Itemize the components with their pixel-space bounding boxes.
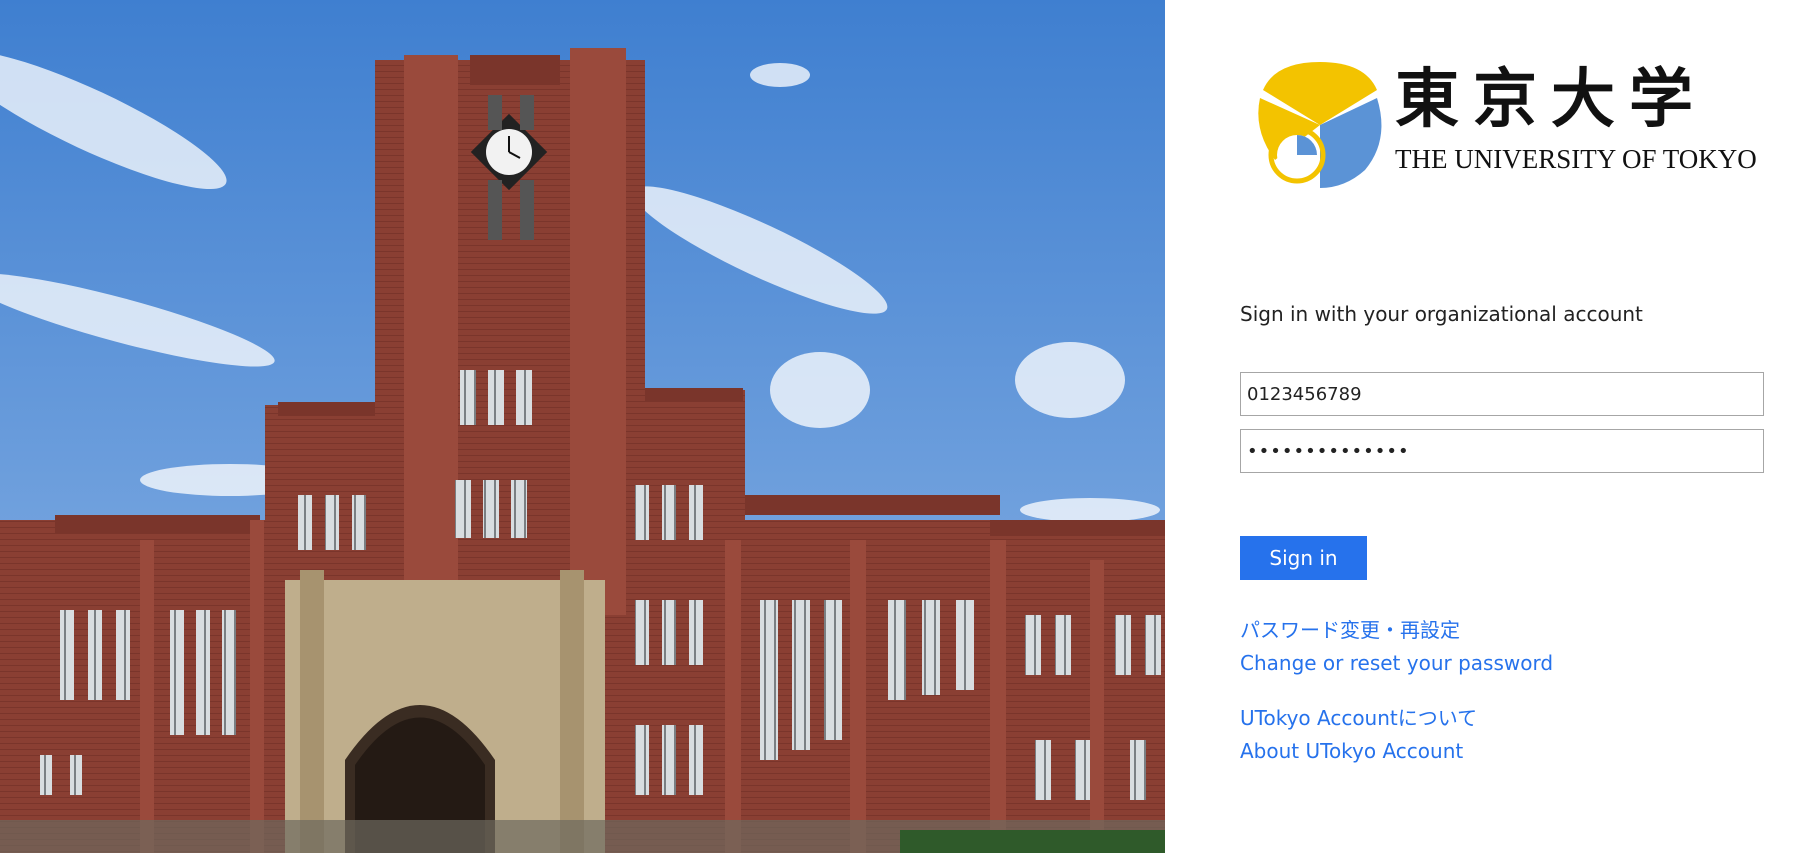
logo-english-text: THE UNIVERSITY OF TOKYO	[1395, 144, 1757, 174]
building-illustration	[0, 0, 1165, 853]
sign-in-panel: 東京大学 THE UNIVERSITY OF TOKYO Sign in wit…	[1165, 0, 1812, 853]
ginkgo-leaf-icon	[1258, 62, 1382, 188]
university-logo: 東京大学 THE UNIVERSITY OF TOKYO	[1255, 60, 1757, 190]
change-password-link-jp[interactable]: パスワード変更・再設定	[1240, 620, 1460, 640]
about-account-link-jp[interactable]: UTokyo Accountについて	[1240, 708, 1477, 728]
password-input[interactable]	[1240, 429, 1764, 473]
username-input[interactable]	[1240, 372, 1764, 416]
login-page: 東京大学 THE UNIVERSITY OF TOKYO Sign in wit…	[0, 0, 1812, 853]
hero-image	[0, 0, 1165, 853]
sign-in-heading: Sign in with your organizational account	[1240, 302, 1643, 326]
about-account-link-en[interactable]: About UTokyo Account	[1240, 741, 1463, 761]
logo-kanji-text: 東京大学	[1395, 62, 1707, 137]
change-password-link-en[interactable]: Change or reset your password	[1240, 653, 1553, 673]
sign-in-button[interactable]: Sign in	[1240, 536, 1367, 580]
